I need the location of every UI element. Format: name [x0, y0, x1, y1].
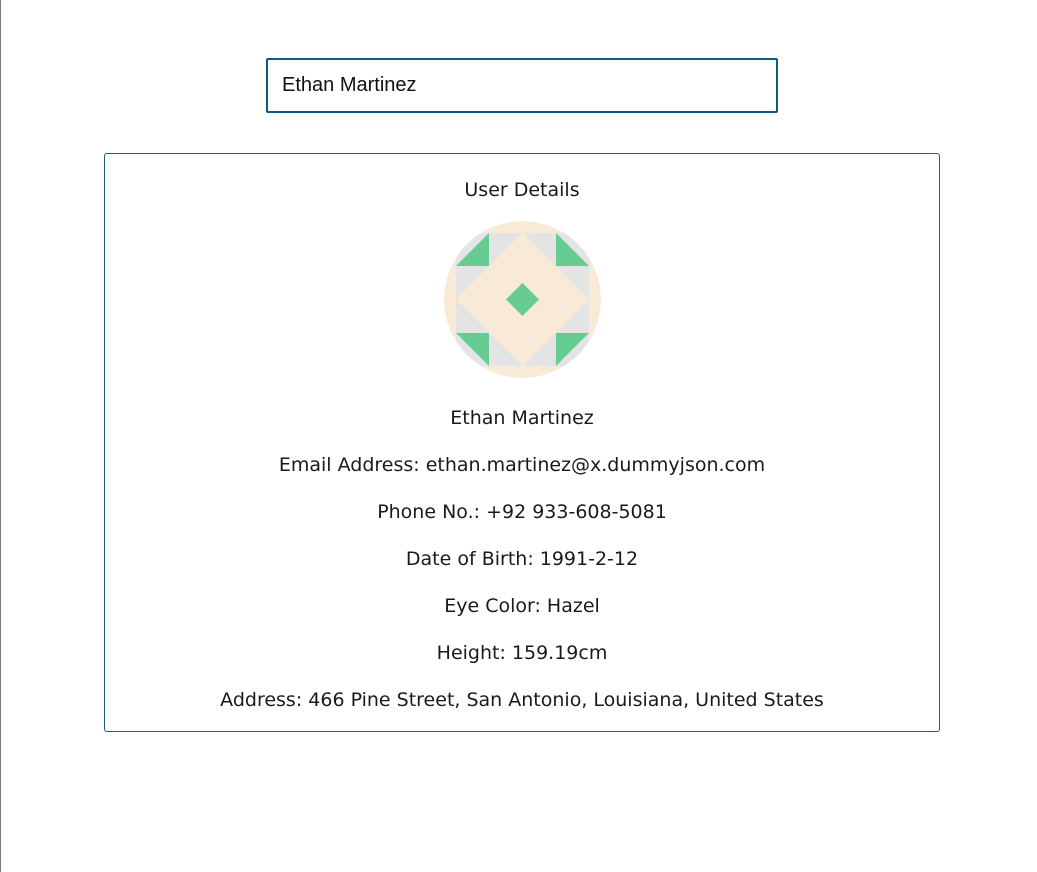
- user-phone: Phone No.: +92 933-608-5081: [377, 501, 667, 523]
- user-birth-date: Date of Birth: 1991-2-12: [405, 548, 639, 570]
- user-height: Height: 159.19cm: [436, 642, 608, 664]
- avatar-corner-bottom-left: [456, 333, 489, 366]
- user-details-card: User Details Ethan Martinez Email Addres…: [104, 153, 940, 732]
- user-name: Ethan Martinez: [450, 407, 594, 429]
- user-address: Address: 466 Pine Street, San Antonio, L…: [220, 689, 824, 711]
- card-title: User Details: [464, 179, 580, 201]
- user-eye-color: Eye Color: Hazel: [444, 595, 600, 617]
- identicon-avatar-icon: [444, 221, 601, 378]
- page: User Details Ethan Martinez Email Addres…: [0, 0, 1037, 872]
- avatar-corner-bottom-right: [556, 333, 589, 366]
- search-input[interactable]: [266, 58, 778, 113]
- user-email: Email Address: ethan.martinez@x.dummyjso…: [278, 454, 766, 476]
- window-left-border: [0, 0, 1, 872]
